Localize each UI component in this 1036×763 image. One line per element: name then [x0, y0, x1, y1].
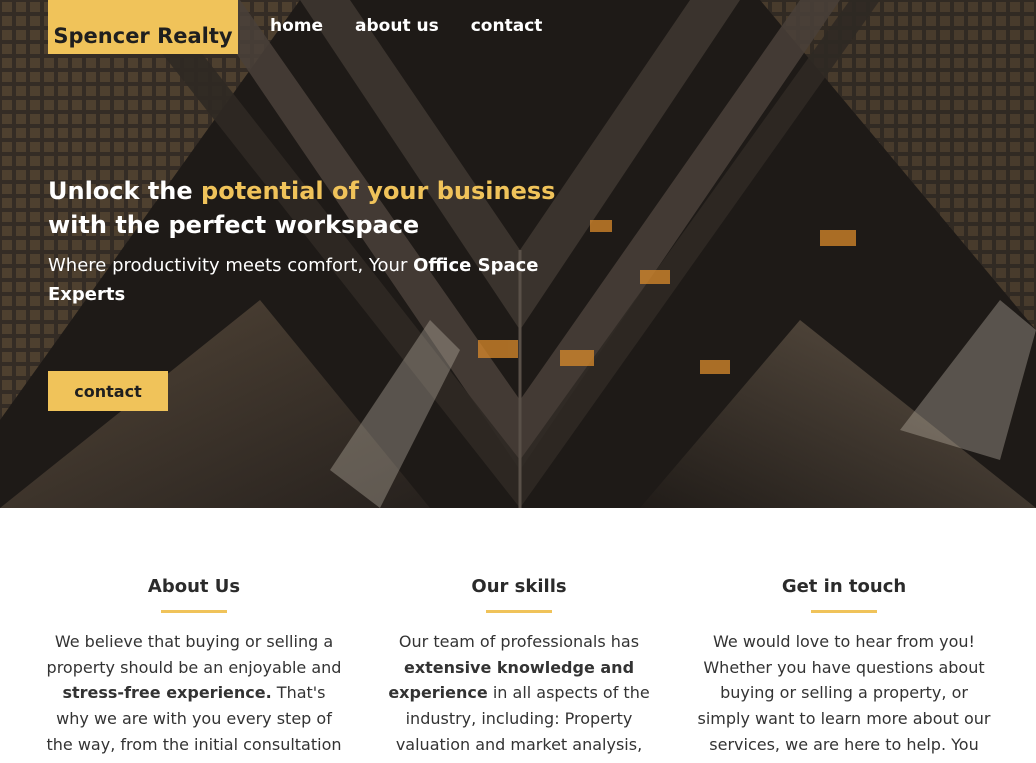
- brand-logo[interactable]: Spencer Realty: [48, 0, 238, 54]
- get-in-touch-column: Get in touch We would love to hear from …: [694, 508, 994, 758]
- headline-part-1: Unlock the: [48, 177, 202, 205]
- nav-about-us-link[interactable]: about us: [355, 16, 439, 36]
- hero-subline: Where productivity meets comfort, Your O…: [48, 251, 548, 309]
- headline-part-2: with the perfect workspace: [48, 211, 420, 239]
- subline-text: Where productivity meets comfort, Your: [48, 255, 414, 276]
- title-underline: [486, 610, 552, 613]
- hero-headline: Unlock the potential of your business wi…: [48, 174, 568, 242]
- title-underline: [161, 610, 227, 613]
- about-us-column: About Us We believe that buying or selli…: [44, 508, 344, 758]
- our-skills-column: Our skills Our team of professionals has…: [369, 508, 669, 758]
- skills-text-1: Our team of professionals has: [398, 632, 640, 651]
- nav-contact-link[interactable]: contact: [471, 16, 543, 36]
- our-skills-text: Our team of professionals has extensive …: [369, 629, 669, 758]
- nav-menu: home about us contact: [270, 16, 574, 36]
- info-columns: About Us We believe that buying or selli…: [0, 508, 1036, 763]
- about-text-1: We believe that buying or selling a prop…: [46, 632, 342, 677]
- hero-section: Spencer Realty home about us contact Unl…: [0, 0, 1036, 508]
- get-in-touch-title: Get in touch: [781, 576, 907, 597]
- get-in-touch-text: We would love to hear from you! Whether …: [697, 632, 991, 754]
- hero-contact-button[interactable]: contact: [48, 371, 168, 411]
- headline-accent: potential of your business: [201, 177, 556, 205]
- about-us-title: About Us: [147, 576, 241, 597]
- our-skills-title: Our skills: [471, 576, 567, 597]
- nav-home-link[interactable]: home: [270, 16, 323, 36]
- title-underline: [811, 610, 877, 613]
- about-text-bold: stress-free experience.: [62, 683, 272, 703]
- top-navigation: Spencer Realty home about us contact: [48, 0, 574, 54]
- about-us-text: We believe that buying or selling a prop…: [44, 629, 344, 758]
